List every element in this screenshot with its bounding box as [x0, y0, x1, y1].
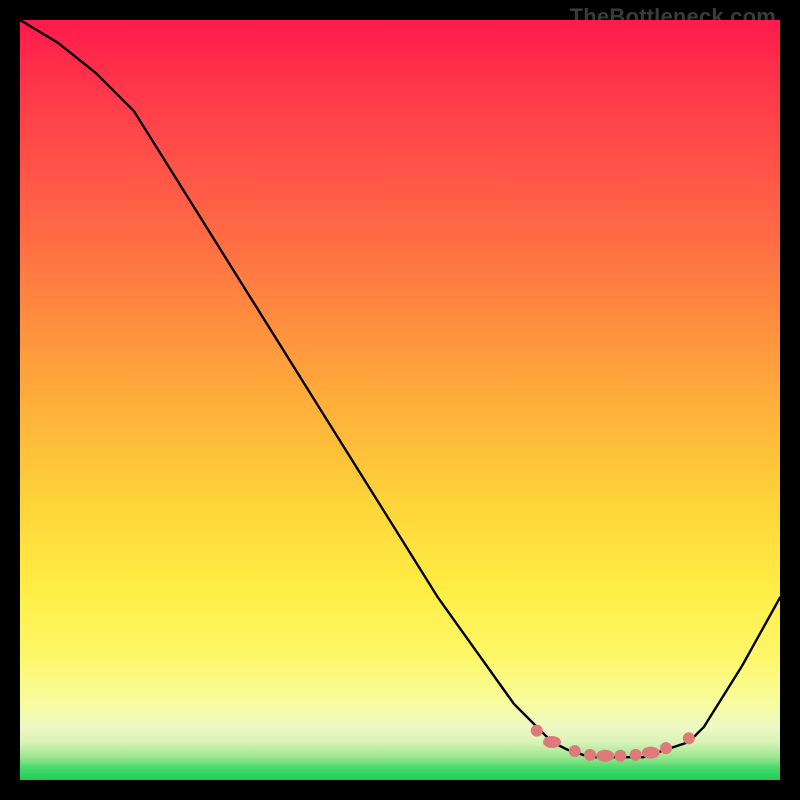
marker-dot: [569, 745, 581, 757]
marker-dot: [596, 750, 614, 762]
marker-dot: [642, 747, 660, 759]
curve-svg: [20, 20, 780, 780]
marker-dot: [630, 749, 642, 761]
marker-dot: [543, 736, 561, 748]
bottleneck-curve: [20, 20, 780, 757]
chart-frame: TheBottleneck.com: [0, 0, 800, 800]
marker-dot: [614, 750, 626, 762]
marker-dot: [584, 749, 596, 761]
optimal-range-markers: [531, 725, 695, 762]
marker-dot: [531, 725, 543, 737]
plot-area: [20, 20, 780, 780]
marker-dot: [660, 742, 672, 754]
marker-dot: [683, 732, 695, 744]
